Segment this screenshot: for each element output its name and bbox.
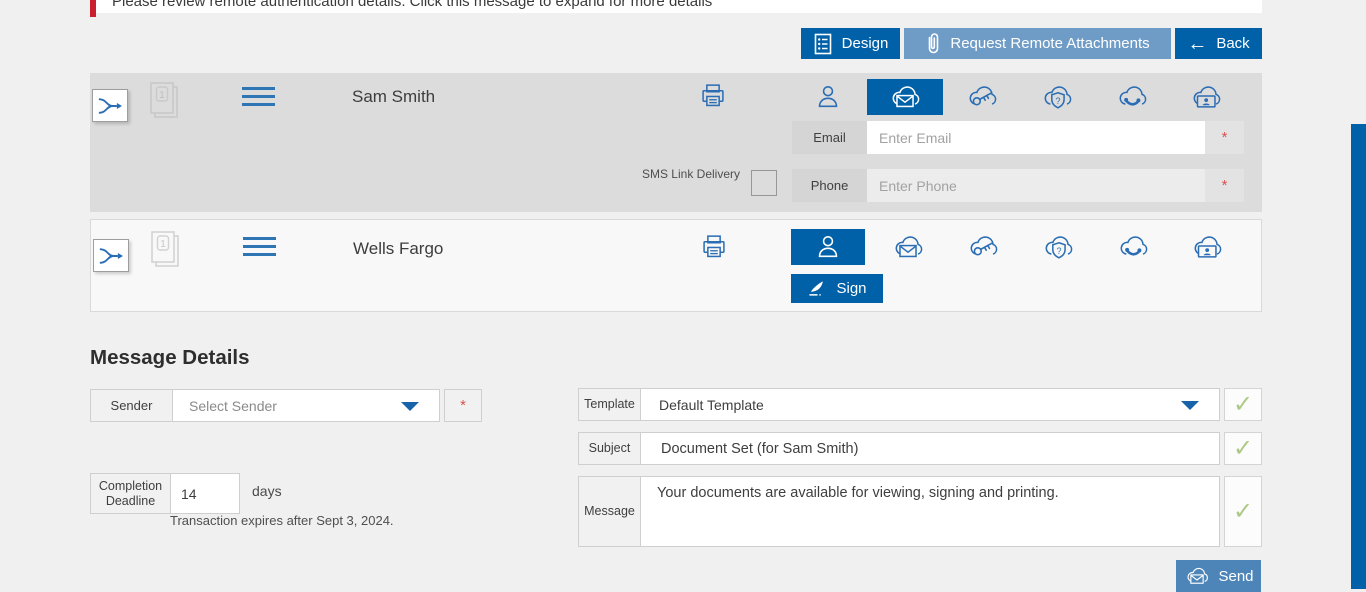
sender-select[interactable]: Select Sender [173,390,439,421]
message-field-group: Message Your documents are available for… [578,476,1220,547]
documents-count-icon[interactable]: 1 [145,79,183,123]
send-cloud-envelope-icon [1183,563,1211,589]
message-label: Message [579,477,641,546]
in-person-auth-icon[interactable] [812,80,844,114]
sender-required-marker: * [444,389,482,422]
sender-select-value: Select Sender [189,397,277,414]
template-label: Template [579,389,641,420]
workflow-merge-button[interactable] [92,89,128,122]
expiry-note: Transaction expires after Sept 3, 2024. [170,513,394,528]
merge-arrow-icon [96,244,126,268]
design-button[interactable]: Design [801,28,900,59]
kba-auth-icon[interactable] [1190,230,1224,264]
email-delivery-icon[interactable] [891,230,925,264]
documents-count-icon[interactable]: 1 [146,228,184,272]
message-textarea[interactable]: Your documents are available for viewing… [641,477,1219,546]
sender-label: Sender [91,390,173,421]
chevron-down-icon [1181,401,1199,410]
svg-text:1: 1 [160,239,166,250]
recipient-row-sam-smith: 1 Sam Smith Email * SMS Link Delivery Ph… [90,73,1262,212]
subject-valid-check: ✓ [1224,432,1262,465]
template-field-group: Template Default Template [578,388,1220,421]
recipient-row-wells-fargo: 1 Wells Fargo Sign [90,219,1262,312]
passcode-auth-icon[interactable] [966,230,1000,264]
design-button-label: Design [841,35,889,52]
reorder-handle-icon[interactable] [243,237,276,261]
sender-field-group: Sender Select Sender [90,389,440,422]
back-button-label: Back [1216,35,1250,52]
notice-accent-bar [90,0,96,17]
quill-pen-icon [807,280,829,298]
reorder-handle-icon[interactable] [242,87,275,111]
sign-button[interactable]: Sign [791,274,883,303]
sms-auth-icon[interactable] [1116,230,1150,264]
kba-auth-icon[interactable] [1189,80,1223,114]
request-remote-attachments-button[interactable]: Request Remote Attachments [904,28,1171,59]
in-person-auth-icon-selected[interactable] [791,229,865,265]
deadline-unit-label: days [252,483,282,499]
message-valid-check: ✓ [1224,476,1262,547]
email-delivery-icon-selected[interactable] [867,79,943,115]
passcode-auth-icon[interactable] [965,80,999,114]
notice-banner[interactable]: Please review remote authentication deta… [90,0,1262,13]
design-icon [813,33,833,55]
paperclip-icon [925,32,941,56]
subject-input[interactable] [641,433,1219,464]
template-select-value: Default Template [659,396,764,413]
completion-deadline-group: Completion Deadline [90,473,240,514]
back-button[interactable]: ← Back [1175,28,1262,59]
completion-deadline-label: Completion Deadline [91,474,171,513]
request-remote-attachments-label: Request Remote Attachments [950,35,1150,52]
sms-link-delivery-label: SMS Link Delivery [641,167,740,181]
email-input[interactable] [867,121,1205,154]
send-button[interactable]: Send [1176,560,1261,592]
sms-auth-icon[interactable] [1115,80,1149,114]
subject-field-group: Subject [578,432,1220,465]
printer-icon[interactable] [697,230,731,264]
send-button-label: Send [1218,567,1254,585]
workflow-merge-button[interactable] [93,239,129,272]
phone-required-marker: * [1205,169,1244,202]
template-select[interactable]: Default Template [641,389,1219,420]
qa-challenge-auth-icon[interactable] [1040,80,1074,114]
subject-label: Subject [579,433,641,464]
svg-text:1: 1 [159,90,165,101]
message-details-heading: Message Details [90,346,250,369]
printer-icon[interactable] [696,79,730,113]
phone-label: Phone [792,169,867,202]
merge-arrow-icon [95,94,125,118]
email-required-marker: * [1205,121,1244,154]
recipient-name: Sam Smith [352,87,436,106]
notice-text: Please review remote authentication deta… [112,0,713,10]
chevron-down-icon [401,402,419,411]
completion-deadline-input[interactable] [171,474,239,513]
right-edge-scrollbar[interactable] [1351,124,1366,589]
template-valid-check: ✓ [1224,388,1262,421]
left-arrow-icon: ← [1187,32,1208,55]
phone-input[interactable] [867,169,1205,202]
sms-link-delivery-checkbox[interactable] [751,170,777,196]
sign-button-label: Sign [836,280,867,297]
recipient-name: Wells Fargo [353,239,444,258]
email-label: Email [792,121,867,154]
qa-challenge-auth-icon[interactable] [1041,230,1075,264]
